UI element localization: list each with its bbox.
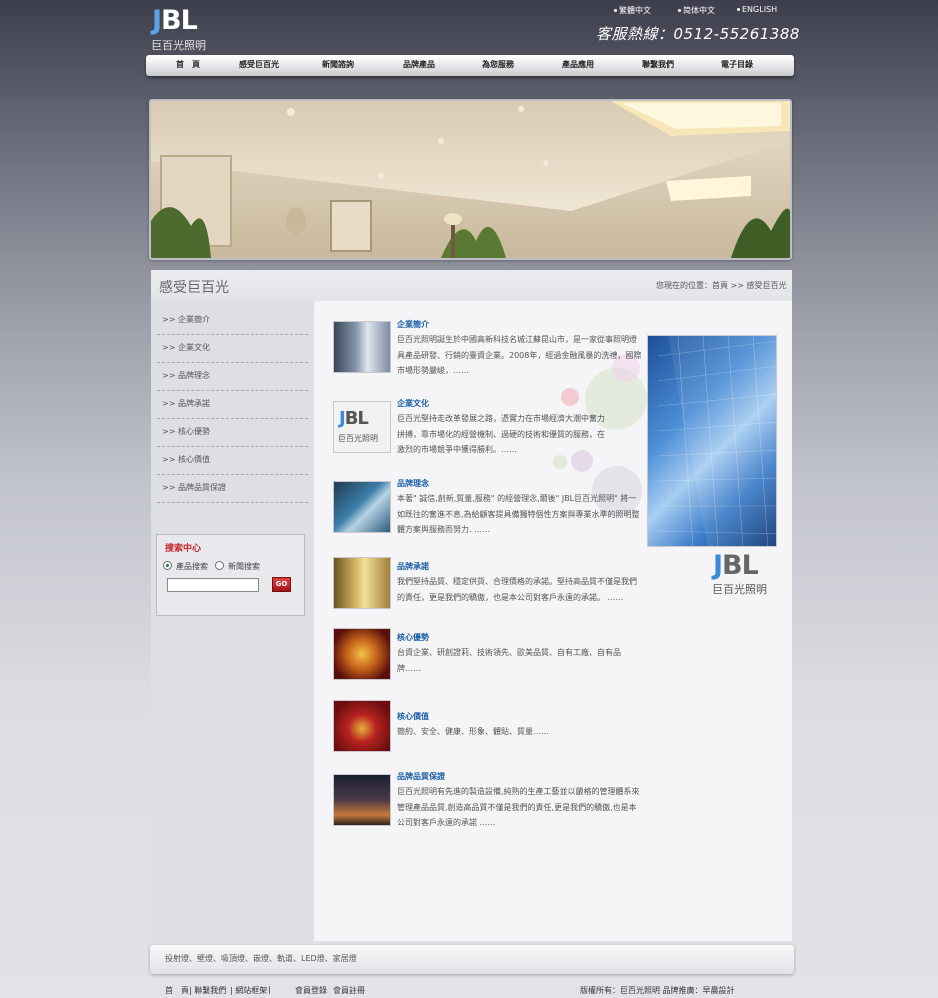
footer-link-contact[interactable]: | 聯繫我們 <box>189 985 226 996</box>
interior-photo <box>151 101 790 258</box>
hero-banner <box>149 99 792 260</box>
main-nav: 首 頁 感受巨百光 新聞諮詢 品牌產品 為您服務 產品應用 聯繫我們 電子目錄 <box>146 55 794 76</box>
footer-link-sitemap[interactable]: | 網站框架 <box>230 985 267 996</box>
thumb-logo-text: 巨百光照明 <box>338 434 378 443</box>
article-body: 簡約、安全、健康、形象、體貼、質量…… <box>397 727 549 736</box>
thumb-brand-promise[interactable] <box>333 557 391 609</box>
nav-service[interactable]: 為您服務 <box>482 55 514 76</box>
radio-news-label: 新聞搜索 <box>228 562 260 571</box>
footer-link-home[interactable]: 首 頁 <box>165 985 189 996</box>
article-title[interactable]: 品牌承諾 <box>397 561 429 572</box>
sidebar-item-quality-assurance[interactable]: >> 品牌品質保證 <box>157 475 308 503</box>
bullet-icon <box>614 9 617 12</box>
nav-applications[interactable]: 產品應用 <box>562 55 594 76</box>
article-body: 巨百光堅持走改革發展之路，憑實力在市場經濟大潮中奮力拼搏，靠市場化的經營機制、過… <box>397 414 605 454</box>
search-input[interactable] <box>167 578 259 592</box>
thumb-culture[interactable]: JBL 巨百光照明 <box>333 401 391 453</box>
side-logo-text: 巨百光照明 <box>712 583 767 596</box>
footer-separator: | <box>268 985 271 994</box>
article-body: 本著" 誠信,創新,質量,服務" 的經營理念,爾後" JBL巨百光照明" 將一如… <box>397 494 640 534</box>
lang-english[interactable]: ENGLISH <box>737 5 777 14</box>
thumb-core-advantage[interactable] <box>333 628 391 680</box>
decor-circle <box>561 388 579 406</box>
nav-home[interactable]: 首 頁 <box>176 55 200 76</box>
side-logo: JBL 巨百光照明 <box>711 551 775 597</box>
service-hotline: 客服熱線：0512-55261388 <box>596 25 800 43</box>
footer-link-register[interactable]: 會員註冊 <box>333 985 365 996</box>
radio-product-label: 產品搜索 <box>176 562 208 571</box>
building-photo <box>647 335 777 547</box>
nav-news[interactable]: 新聞諮詢 <box>322 55 354 76</box>
article-body: 我們堅持品質、穩定供貨、合理價格的承諾。堅持高品質不僅是我們的責任，更是我們的驕… <box>397 577 637 602</box>
nav-about[interactable]: 感受巨百光 <box>239 55 279 76</box>
thumb-logo: JBL <box>339 408 369 429</box>
sidebar-item-core-advantage[interactable]: >> 核心優勢 <box>157 419 308 447</box>
logo-mark: JBL <box>152 5 198 36</box>
sidebar-item-company-profile[interactable]: >> 企業簡介 <box>157 307 308 335</box>
side-logo-mark: JBL <box>713 550 759 581</box>
nav-products[interactable]: 品牌產品 <box>403 55 435 76</box>
bullet-icon <box>737 8 740 11</box>
article-title[interactable]: 品牌品質保證 <box>397 771 445 782</box>
glass-building-image <box>657 336 776 546</box>
article-body: 台資企業、研創證莉、技術領先、歐美品質、自有工廠、自有品牌…… <box>397 648 621 673</box>
logo-text: 巨百光照明 <box>151 39 206 52</box>
article-title[interactable]: 品牌理念 <box>397 478 429 489</box>
article-title[interactable]: 核心價值 <box>397 711 429 722</box>
nav-catalog[interactable]: 電子目錄 <box>721 55 753 76</box>
search-go-button[interactable]: GO <box>272 577 291 592</box>
article-title[interactable]: 企業簡介 <box>397 319 429 330</box>
copyright: 版權所有：巨百光照明 品牌推廣：早晨設計 <box>580 986 735 995</box>
article-body: 巨百光照明有先進的製造設備,純熟的生產工藝並以嚴格的管理體系來管理產品品質,創造… <box>397 787 640 827</box>
breadcrumb[interactable]: 您現在的位置：首頁 >> 感受巨百光 <box>656 280 787 291</box>
sidebar-item-core-value[interactable]: >> 核心價值 <box>157 447 308 475</box>
page-title: 感受巨百光 <box>159 280 229 296</box>
radio-news-search[interactable] <box>215 561 224 570</box>
thumb-company-profile[interactable] <box>333 321 391 373</box>
nav-contact[interactable]: 聯繫我們 <box>642 55 674 76</box>
lang-simplified[interactable]: 简体中文 <box>678 5 715 16</box>
search-title: 搜索中心 <box>165 544 202 554</box>
sidebar-item-brand-philosophy[interactable]: >> 品牌理念 <box>157 363 308 391</box>
article-title[interactable]: 企業文化 <box>397 398 429 409</box>
site-logo[interactable]: JBL 巨百光照明 <box>150 6 214 54</box>
thumb-quality-assurance[interactable] <box>333 774 391 826</box>
thumb-core-value[interactable] <box>333 700 391 752</box>
thumb-brand-philosophy[interactable] <box>333 481 391 533</box>
sidebar-item-culture[interactable]: >> 企業文化 <box>157 335 308 363</box>
footer-categories: 投射燈、壁燈、吸頂燈、嵌燈、軌道、LED燈、家居燈 <box>165 954 357 963</box>
sidebar-item-brand-promise[interactable]: >> 品牌承諾 <box>157 391 308 419</box>
lang-traditional[interactable]: 繁體中文 <box>614 5 651 16</box>
radio-product-search[interactable] <box>163 561 172 570</box>
article-body: 巨百光照明誕生於中國高新科技名城江蘇昆山市，是一家從事照明燈具產品研發、行銷的臺… <box>397 335 642 375</box>
bullet-icon <box>678 9 681 12</box>
article-title[interactable]: 核心優勢 <box>397 632 429 643</box>
footer-link-login[interactable]: 會員登錄 <box>295 985 327 996</box>
